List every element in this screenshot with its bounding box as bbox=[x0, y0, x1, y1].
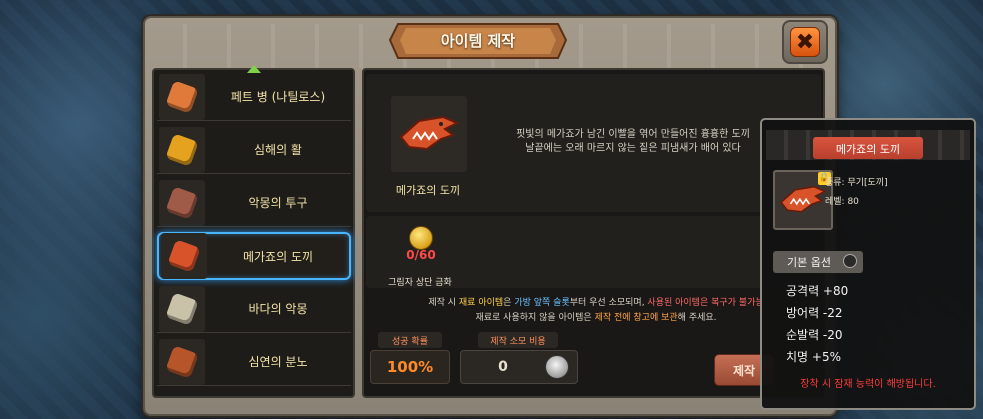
item-list-label: 페트 병 (나틸로스) bbox=[230, 90, 326, 104]
item-description: 핏빛의 메가죠가 남긴 이빨을 엮어 만들어진 흉흉한 도끼 날끝에는 오래 마… bbox=[498, 128, 768, 156]
item-list-label: 심해의 활 bbox=[254, 143, 302, 157]
detail-item-name: 메가죠의 도끼 bbox=[395, 184, 461, 197]
item-list-label: 심연의 분노 bbox=[248, 355, 308, 369]
warning-highlight: 사용된 아이템은 복구가 불가능 bbox=[647, 298, 764, 308]
window-title: 아이템 제작 bbox=[440, 32, 516, 50]
tooltip-item-type: 종류: 무기[도끼] bbox=[825, 178, 888, 188]
item-list-row[interactable]: 악몽의 투구 bbox=[157, 179, 351, 227]
stat-defense: 방어력 -22 bbox=[786, 306, 843, 320]
tooltip-item-level: 레벨: 80 bbox=[825, 197, 859, 207]
item-list-label: 바다의 악몽 bbox=[248, 302, 308, 316]
bottle-icon bbox=[159, 73, 205, 120]
item-list-label: 악몽의 투구 bbox=[248, 196, 308, 210]
item-list-row[interactable]: 심연의 분노 bbox=[157, 338, 351, 386]
item-list-row[interactable]: 메가죠의 도끼 bbox=[157, 232, 351, 280]
warning-text: 은 bbox=[503, 298, 515, 308]
warning-text: 해 주세요. bbox=[677, 313, 717, 323]
detail-item-image bbox=[391, 96, 467, 172]
description-line-1: 핏빛의 메가죠가 남긴 이빨을 엮어 만들어진 흉흉한 도끼 bbox=[516, 129, 750, 140]
options-toggle-icon[interactable] bbox=[843, 254, 857, 268]
item-list-label: 메가죠의 도끼 bbox=[242, 249, 314, 264]
shield-icon bbox=[159, 338, 205, 385]
tooltip-note: 장착 시 잠재 능력이 해방됩니다. bbox=[800, 379, 936, 390]
item-list-row[interactable]: 심해의 활 bbox=[157, 126, 351, 174]
stat-agility: 순발력 -20 bbox=[786, 328, 843, 342]
warning-highlight: 가방 앞쪽 슬롯 bbox=[514, 298, 570, 308]
warning-highlight: 제작 전에 창고에 보관 bbox=[594, 313, 678, 323]
stat-attack: 공격력 +80 bbox=[786, 284, 849, 298]
success-rate-label: 성공 확률 bbox=[378, 332, 442, 348]
warning-text: 재료로 사용하지 않을 아이템은 bbox=[475, 313, 595, 323]
window-title-plate: 아이템 제작 bbox=[388, 18, 568, 64]
shark-axe-icon bbox=[399, 115, 460, 151]
warning-text: 제작 시 bbox=[428, 298, 459, 308]
close-button[interactable]: ✖ bbox=[782, 20, 828, 64]
craft-cost-label: 제작 소모 비용 bbox=[478, 332, 558, 348]
material-name: 그림자 상단 금화 bbox=[388, 278, 452, 288]
warning-highlight: 재료 아이템 bbox=[458, 298, 504, 308]
material-count: 0/60 bbox=[406, 248, 436, 262]
item-list-row[interactable]: 페트 병 (나틸로스) bbox=[157, 73, 351, 121]
warning-text: 부터 우선 소모되며, bbox=[569, 298, 648, 308]
material-slot[interactable]: 0/60 bbox=[398, 226, 444, 268]
success-rate-value: 100% bbox=[370, 350, 450, 384]
craft-warning: 제작 시 재료 아이템은 가방 앞쪽 슬롯부터 우선 소모되며, 사용된 아이템… bbox=[372, 296, 820, 326]
stat-critical: 치명 +5% bbox=[786, 350, 841, 364]
craft-cost-value: 0 bbox=[498, 359, 508, 375]
item-list-row[interactable]: 바다의 악몽 bbox=[157, 285, 351, 333]
shark-axe-icon bbox=[780, 185, 827, 213]
scroll-up-arrow[interactable] bbox=[247, 65, 261, 73]
skull-icon bbox=[159, 285, 205, 332]
tooltip-item-name: 메가죠의 도끼 bbox=[813, 137, 923, 159]
description-line-2: 날끝에는 오래 마르지 않는 짙은 피냄새가 배어 있다 bbox=[525, 143, 741, 154]
craft-cost-box: 0 bbox=[460, 350, 578, 384]
gold-coin-icon bbox=[409, 226, 433, 250]
bow-icon bbox=[159, 126, 205, 173]
silver-coin-icon bbox=[545, 355, 569, 379]
helmet-icon bbox=[159, 179, 205, 226]
close-icon: ✖ bbox=[790, 27, 820, 57]
shark-axe-icon bbox=[161, 233, 207, 279]
